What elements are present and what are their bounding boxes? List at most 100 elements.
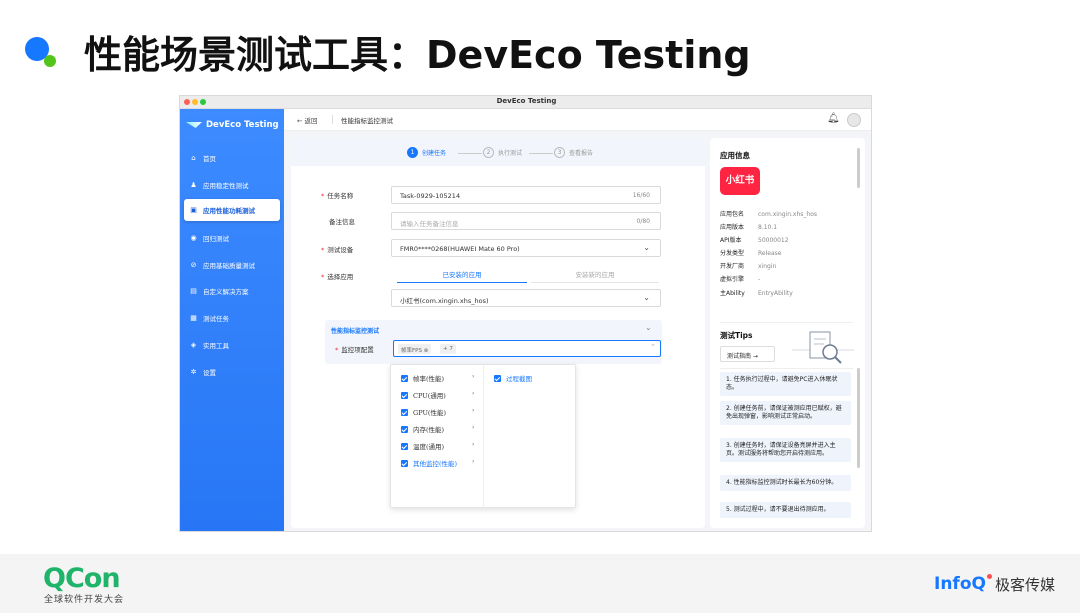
bell-icon[interactable]: 🔔︎	[827, 113, 840, 124]
option-gpu[interactable]: GPU(性能)	[401, 407, 446, 417]
sidebar-item-label: 首页	[203, 155, 216, 163]
tab-install-new-app[interactable]: 安装新的应用	[531, 269, 659, 283]
sidebar-item-stability[interactable]: ♟ 应用稳定性测试	[184, 174, 280, 196]
task-name-label: * 任务名称	[321, 192, 354, 200]
app-info-row: 主Ability EntryAbility	[720, 290, 793, 297]
window-title: DevEco Testing	[496, 97, 557, 105]
step-label: 创建任务	[422, 150, 447, 157]
chevron-right-icon: ›	[472, 407, 475, 414]
slide-footer	[0, 554, 1080, 613]
tip-item: 3. 创建任务时，请保证设备亮屏并进入主页。测试服务将帮助您开启待测应用。	[720, 438, 851, 462]
checkbox-checked[interactable]	[401, 391, 408, 399]
checkbox-checked[interactable]	[401, 408, 408, 416]
task-icon: ▦	[190, 313, 197, 322]
stability-icon: ♟	[190, 180, 197, 189]
sidebar-item-label: 自定义解决方案	[203, 288, 249, 296]
sidebar: DevEco Testing ⌂ 首页 ♟ 应用稳定性测试 ▣ 应用性能功耗测试…	[180, 109, 284, 531]
step-number: 3	[554, 147, 565, 158]
option-memory[interactable]: 内存(性能)	[401, 424, 444, 434]
option-fps[interactable]: 帧率(性能)	[401, 373, 444, 383]
avatar[interactable]	[847, 113, 861, 127]
app-info-row: 应用包名 com.xingin.xhs_hos	[720, 211, 818, 218]
step-number: 2	[483, 147, 494, 158]
checkbox-checked[interactable]	[401, 374, 408, 382]
custom-icon: ▤	[190, 286, 197, 295]
step-label: 执行测试	[498, 150, 523, 157]
back-button[interactable]: ← 返回	[297, 115, 318, 125]
tab-installed-apps[interactable]: 已安装的应用	[397, 269, 527, 283]
perf-monitor-section: 性能指标监控测试 ⌄ * 监控项配置 帧率FPS ⊗ + 7 ⌃	[325, 320, 662, 364]
app-info-row: 开发厂商 xingin	[720, 263, 777, 270]
chevron-right-icon: ›	[472, 424, 475, 431]
step-connector	[529, 153, 553, 154]
topbar: ← 返回 性能指标监控测试 🔔︎	[284, 109, 871, 131]
option-screenshot[interactable]: 过程截图	[494, 373, 532, 383]
task-name-input[interactable]: Task-0929-105214 16/60	[391, 186, 661, 204]
app-info-row: API版本 50000012	[720, 237, 789, 244]
remark-input[interactable]: 请输入任务备注信息 0/80	[391, 212, 661, 230]
sidebar-item-label: 应用基础质量测试	[203, 262, 255, 270]
sidebar-item-label: 应用性能功耗测试	[203, 207, 255, 215]
app-select[interactable]: 小红书(com.xingin.xhs_hos) ⌄	[391, 289, 661, 307]
tag-fps[interactable]: 帧率FPS ⊗	[398, 344, 432, 354]
app-info-row: 虚拟引擎 -	[720, 276, 761, 283]
qcon-logo: QCon	[43, 563, 121, 594]
slide: 性能场景测试工具：DevEco Testing DevEco Testing D…	[0, 0, 1080, 613]
sidebar-item-regression[interactable]: ◉ 回归测试	[184, 227, 280, 249]
section-divider	[720, 368, 853, 369]
checkbox-checked[interactable]	[401, 442, 408, 450]
sidebar-logo-text: DevEco Testing	[206, 120, 279, 130]
task-form-panel: 1 创建任务 2 执行测试 3 查看报告 * 任务名称 Task-0929-105…	[291, 138, 705, 528]
remark-label: 备注信息	[329, 218, 355, 226]
step-create-task: 1 创建任务	[407, 147, 446, 158]
monitor-items-dropdown: 帧率(性能) › CPU(通用) › GPU(性能) › 内存(性能) › 温度…	[390, 364, 576, 509]
chevron-down-icon[interactable]: ⌄	[645, 323, 652, 332]
app-info-row: 应用版本 8.10.1	[720, 224, 778, 231]
chevron-right-icon: ›	[472, 390, 475, 397]
char-count: 16/60	[632, 192, 650, 199]
sidebar-item-tools[interactable]: ◈ 实用工具	[184, 334, 280, 356]
app-window: DevEco Testing DevEco Testing ⌂ 首页 ♟ 应用稳…	[179, 95, 872, 532]
magnifier-illustration-icon	[792, 331, 854, 364]
tag-more: + 7	[440, 344, 456, 354]
option-temperature[interactable]: 温度(通用)	[401, 441, 444, 451]
option-other-monitor[interactable]: 其他监控(性能)	[401, 458, 457, 468]
qcon-subtitle: 全球软件开发大会	[44, 595, 125, 605]
monitor-config-label: * 监控项配置	[335, 346, 374, 354]
step-label: 查看报告	[569, 150, 594, 157]
sidebar-item-custom[interactable]: ▤ 自定义解决方案	[184, 280, 280, 302]
app-icon: 小红书	[720, 167, 760, 195]
test-guide-button[interactable]: 测试指南 →	[720, 346, 775, 362]
sidebar-item-label: 回归测试	[203, 235, 229, 243]
info-panel: 应用信息 小红书 应用包名 com.xingin.xhs_hos 应用版本 8.10…	[710, 138, 865, 528]
sidebar-item-home[interactable]: ⌂ 首页	[184, 147, 280, 169]
window-titlebar: DevEco Testing	[180, 96, 871, 109]
infoq-dot-icon	[986, 574, 992, 579]
checkbox-checked[interactable]	[401, 459, 408, 467]
checkbox-checked[interactable]	[401, 425, 408, 433]
chevron-down-icon: ⌄	[643, 243, 650, 252]
step-number: 1	[407, 147, 418, 158]
tip-item: 4. 性能指标监控测试时长最长为60分钟。	[720, 475, 851, 491]
dropdown-divider	[483, 365, 484, 509]
sidebar-item-performance[interactable]: ▣ 应用性能功耗测试	[184, 199, 280, 221]
monitor-items-select[interactable]: 帧率FPS ⊗ + 7 ⌃	[393, 340, 661, 357]
sidebar-item-tasks[interactable]: ▦ 测试任务	[184, 307, 280, 329]
slide-title: 性能场景测试工具：DevEco Testing	[84, 33, 751, 77]
tips-title: 测试Tips	[720, 331, 753, 340]
chevron-right-icon: ›	[472, 373, 475, 380]
chevron-down-icon: ⌄	[643, 293, 650, 302]
gear-icon: ✲	[190, 367, 197, 376]
scrollbar[interactable]	[857, 368, 860, 468]
device-select[interactable]: FMR0****0268(HUAWEI Mate 60 Pro) ⌄	[391, 239, 661, 257]
checkbox-checked[interactable]	[494, 374, 501, 382]
char-count: 0/80	[636, 218, 650, 225]
sidebar-item-label: 设置	[203, 369, 216, 377]
sidebar-item-quality[interactable]: ⊘ 应用基础质量测试	[184, 254, 280, 276]
scrollbar[interactable]	[857, 148, 860, 188]
sidebar-item-label: 测试任务	[203, 315, 229, 323]
option-cpu[interactable]: CPU(通用)	[401, 390, 446, 400]
sidebar-item-settings[interactable]: ✲ 设置	[184, 361, 280, 383]
home-icon: ⌂	[191, 153, 196, 162]
tool-icon: ◈	[190, 340, 197, 349]
